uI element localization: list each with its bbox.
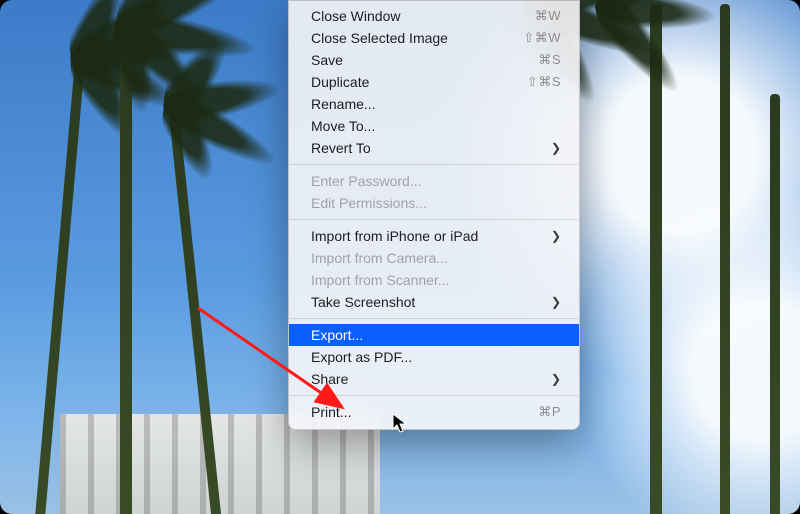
menu-item-label: Move To... [311,118,561,134]
menu-item-import-from-device[interactable]: Import from iPhone or iPad ❯ [289,225,579,247]
file-menu-dropdown: Close Window ⌘W Close Selected Image ⇧⌘W… [288,0,580,430]
menu-item-label: Import from Scanner... [311,272,561,288]
chevron-right-icon: ❯ [551,295,561,309]
menu-item-import-from-scanner: Import from Scanner... [289,269,579,291]
menu-item-rename[interactable]: Rename... [289,93,579,115]
menu-item-shortcut: ⌘W [535,8,561,24]
menu-item-save[interactable]: Save ⌘S [289,49,579,71]
chevron-right-icon: ❯ [551,229,561,243]
menu-item-label: Revert To [311,140,543,156]
menu-item-label: Duplicate [311,74,527,90]
menu-item-label: Export as PDF... [311,349,561,365]
menu-separator [290,164,578,165]
menu-item-label: Save [311,52,538,68]
menu-item-import-from-camera: Import from Camera... [289,247,579,269]
menu-item-shortcut: ⇧⌘S [527,74,561,90]
menu-item-label: Rename... [311,96,561,112]
menu-item-label: Import from iPhone or iPad [311,228,543,244]
palm-tree [120,24,132,514]
menu-item-edit-permissions: Edit Permissions... [289,192,579,214]
menu-item-take-screenshot[interactable]: Take Screenshot ❯ [289,291,579,313]
menu-item-close-window[interactable]: Close Window ⌘W [289,5,579,27]
menu-item-label: Close Selected Image [311,30,523,46]
menu-item-enter-password: Enter Password... [289,170,579,192]
menu-item-export-as-pdf[interactable]: Export as PDF... [289,346,579,368]
menu-item-shortcut: ⇧⌘W [523,30,561,46]
menu-item-share[interactable]: Share ❯ [289,368,579,390]
menu-item-export[interactable]: Export... [289,324,579,346]
menu-item-label: Enter Password... [311,173,561,189]
menu-separator [290,318,578,319]
menu-item-label: Take Screenshot [311,294,543,310]
menu-item-label: Export... [311,327,561,343]
palm-tree [720,4,730,514]
menu-separator [290,219,578,220]
menu-item-label: Close Window [311,8,535,24]
menu-item-label: Edit Permissions... [311,195,561,211]
menu-item-shortcut: ⌘P [538,404,561,420]
screenshot-viewport: Close Window ⌘W Close Selected Image ⇧⌘W… [0,0,800,514]
menu-item-move-to[interactable]: Move To... [289,115,579,137]
menu-item-close-selected-image[interactable]: Close Selected Image ⇧⌘W [289,27,579,49]
menu-item-label: Share [311,371,543,387]
menu-item-print[interactable]: Print... ⌘P [289,401,579,423]
menu-item-shortcut: ⌘S [538,52,561,68]
chevron-right-icon: ❯ [551,372,561,386]
menu-item-label: Print... [311,404,538,420]
menu-item-revert-to[interactable]: Revert To ❯ [289,137,579,159]
chevron-right-icon: ❯ [551,141,561,155]
menu-item-label: Import from Camera... [311,250,561,266]
palm-tree [770,94,780,514]
menu-separator [290,395,578,396]
menu-item-duplicate[interactable]: Duplicate ⇧⌘S [289,71,579,93]
